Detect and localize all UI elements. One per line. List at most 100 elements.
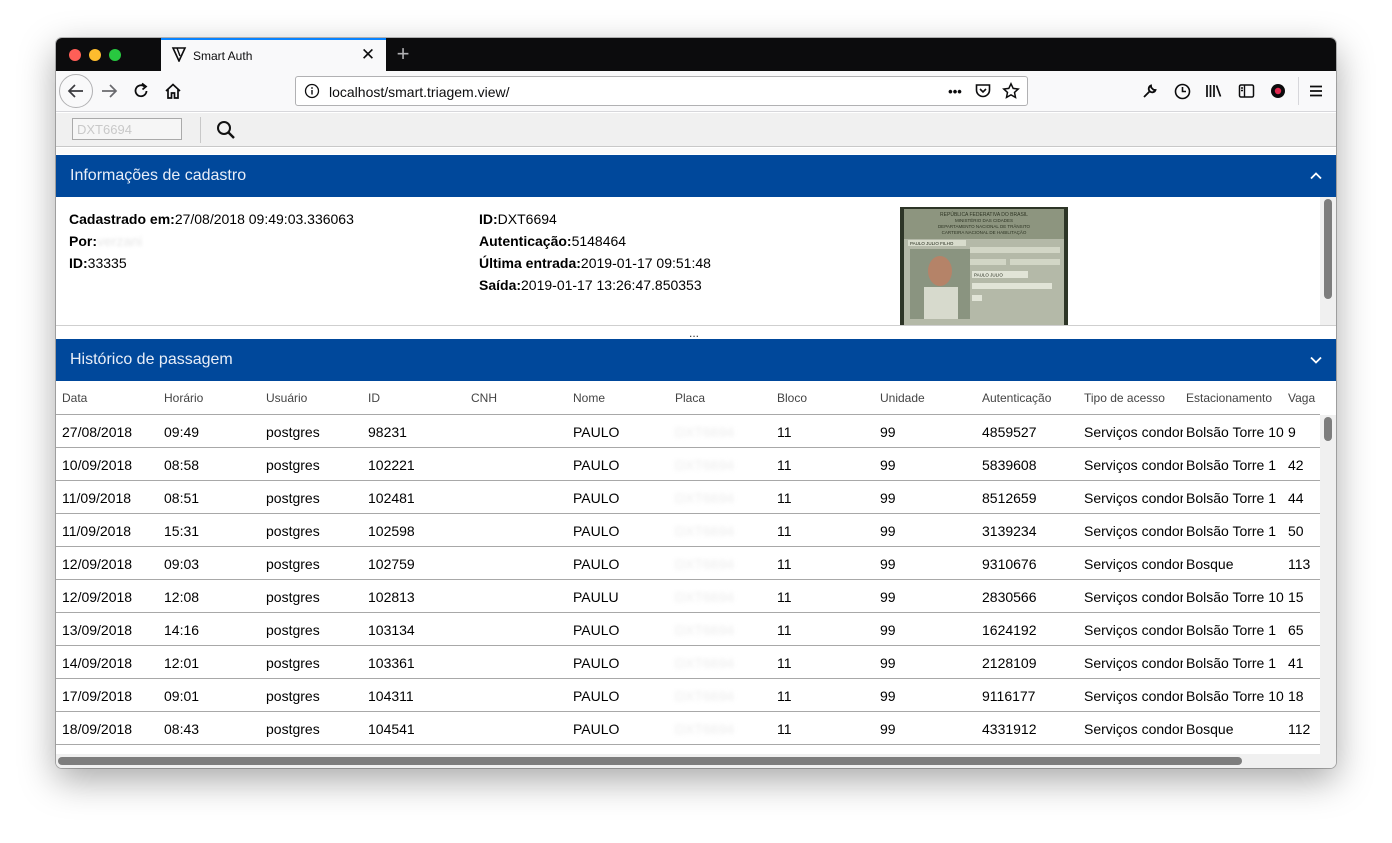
cell-unit: 99 [880, 589, 896, 605]
home-button[interactable] [159, 77, 187, 105]
info-panel-scrollbar[interactable] [1320, 197, 1336, 325]
close-window-button[interactable] [69, 49, 81, 61]
cell-id: 102221 [368, 457, 415, 473]
license-name: PAULO JULIO FILHO [910, 241, 954, 246]
reload-icon [134, 82, 148, 98]
cell-user: postgres [266, 556, 320, 572]
forward-arrow-icon [102, 84, 118, 98]
cell-unit: 99 [880, 688, 896, 704]
history-table: Data Horário Usuário ID CNH Nome Placa Bloco Uni… [56, 381, 1320, 754]
cell-time: 15:31 [164, 523, 200, 539]
sidebar-icon [1238, 84, 1254, 98]
table-row[interactable]: 12/09/2018 09:03 postgres 102759 PAULO DXT669… [56, 547, 1320, 580]
table-row[interactable]: 18/09/2018 08:43 postgres 104541 PAULO DXT669… [56, 712, 1320, 745]
bookmark-star-icon[interactable] [1001, 81, 1021, 101]
developer-tools-button[interactable] [1136, 77, 1164, 105]
cell-unit: 99 [880, 490, 896, 506]
maximize-window-button[interactable] [109, 49, 121, 61]
column-header-cnh[interactable]: CNH [471, 391, 497, 405]
info-panel-scroll-thumb[interactable] [1324, 199, 1332, 299]
panel-splitter[interactable]: ... [56, 325, 1336, 340]
cell-id: 104541 [368, 721, 415, 737]
url-text[interactable]: localhost/smart.triagem.view/ [329, 84, 510, 100]
cell-parking: Bosque [1186, 556, 1234, 572]
wrench-icon [1143, 84, 1157, 98]
column-header-date[interactable]: Data [62, 391, 87, 405]
cell-parking: Bolsão Torre 1 [1186, 457, 1277, 473]
tab-strip: Smart Auth ✕ + [56, 38, 1336, 71]
cell-auth: 4331912 [982, 721, 1037, 737]
column-header-unit[interactable]: Unidade [880, 391, 925, 405]
library-button[interactable] [1200, 77, 1228, 105]
table-vertical-scroll-thumb[interactable] [1324, 417, 1332, 441]
site-info-icon[interactable] [304, 83, 320, 99]
cell-block: 11 [777, 523, 792, 539]
table-row[interactable]: 11/09/2018 08:51 postgres 102481 PAULO DXT669… [56, 481, 1320, 514]
registered-at-field: Cadastrado em:27/08/2018 09:49:03.336063 [69, 211, 354, 227]
table-horizontal-scrollbar[interactable] [56, 754, 1336, 768]
extension-button[interactable] [1264, 77, 1292, 105]
cell-date: 12/09/2018 [62, 556, 133, 572]
search-button[interactable] [214, 118, 238, 142]
column-header-user[interactable]: Usuário [266, 391, 307, 405]
reload-button[interactable] [127, 77, 155, 105]
back-button[interactable] [59, 74, 93, 108]
cell-spot: 112 [1288, 721, 1311, 737]
column-header-auth[interactable]: Autenticação [982, 391, 1051, 405]
table-row[interactable]: 11/09/2018 15:31 postgres 102598 PAULO DXT669… [56, 514, 1320, 547]
table-row[interactable]: 12/09/2018 12:08 postgres 102813 PAULU DXT669… [56, 580, 1320, 613]
table-row[interactable]: 17/09/2018 09:01 postgres 104311 PAULO DXT669… [56, 679, 1320, 712]
pocket-icon[interactable] [973, 81, 993, 101]
cell-id: 104311 [368, 688, 414, 704]
chevron-down-icon[interactable] [1308, 352, 1324, 368]
table-row[interactable]: 27/08/2018 09:49 postgres 98231 PAULO DXT6694… [56, 415, 1320, 448]
table-vertical-scrollbar[interactable] [1320, 415, 1336, 754]
cell-access-type: Serviços condomínio [1084, 457, 1183, 473]
info-panel-header[interactable]: Informações de cadastro [56, 155, 1336, 197]
cell-plate: DXT6694 [675, 424, 735, 440]
forward-button[interactable] [95, 77, 123, 105]
cell-plate: DXT6694 [675, 556, 735, 572]
cell-spot: 44 [1288, 490, 1304, 506]
column-header-id[interactable]: ID [368, 391, 380, 405]
splitter-handle[interactable]: ... [689, 326, 699, 340]
column-header-access-type[interactable]: Tipo de acesso [1084, 391, 1165, 405]
hamburger-menu-icon [1310, 85, 1322, 97]
column-header-time[interactable]: Horário [164, 391, 203, 405]
history-panel-title: Histórico de passagem [70, 351, 233, 368]
tab-smart-auth[interactable]: Smart Auth ✕ [161, 38, 386, 71]
history-panel-header[interactable]: Histórico de passagem [56, 339, 1336, 381]
table-row[interactable]: 13/09/2018 14:16 postgres 103134 PAULO DXT669… [56, 613, 1320, 646]
tab-title: Smart Auth [193, 49, 253, 63]
close-tab-icon[interactable]: ✕ [358, 44, 378, 66]
navigation-bar: localhost/smart.triagem.view/ ••• [56, 71, 1336, 112]
table-row[interactable]: 14/09/2018 12:01 postgres 103361 PAULO DXT669… [56, 646, 1320, 679]
menu-button[interactable] [1302, 77, 1330, 105]
cell-id: 102598 [368, 523, 415, 539]
chevron-up-icon[interactable] [1308, 168, 1324, 184]
minimize-window-button[interactable] [89, 49, 101, 61]
url-bar[interactable]: localhost/smart.triagem.view/ ••• [295, 76, 1028, 106]
column-header-plate[interactable]: Placa [675, 391, 705, 405]
sidebar-button[interactable] [1232, 77, 1260, 105]
page-actions-icon[interactable]: ••• [945, 81, 965, 101]
cell-name: PAULO [573, 721, 620, 737]
cell-id: 102481 [368, 490, 415, 506]
cell-name: PAULO [573, 457, 620, 473]
driver-license-photo: REPÚBLICA FEDERATIVA DO BRASIL MINISTÉRI… [900, 207, 1068, 325]
library-icon [1206, 85, 1222, 97]
column-header-name[interactable]: Nome [573, 391, 605, 405]
new-tab-button[interactable]: + [392, 40, 414, 68]
column-header-spot[interactable]: Vaga [1288, 391, 1315, 405]
cell-date: 18/09/2018 [62, 721, 133, 737]
table-row[interactable]: 10/09/2018 08:58 postgres 102221 PAULO DXT669… [56, 448, 1320, 481]
column-header-block[interactable]: Bloco [777, 391, 807, 405]
cell-parking: Bolsão Torre 10 [1186, 589, 1284, 605]
plate-search-input[interactable] [72, 118, 182, 140]
table-horizontal-scroll-thumb[interactable] [58, 757, 1242, 765]
cell-parking: Bolsão Torre 1 [1186, 655, 1277, 671]
cell-unit: 99 [880, 556, 896, 572]
history-button[interactable] [1168, 77, 1196, 105]
plate-id-field: ID:DXT6694 [479, 211, 557, 227]
column-header-parking[interactable]: Estacionamento [1186, 391, 1272, 405]
